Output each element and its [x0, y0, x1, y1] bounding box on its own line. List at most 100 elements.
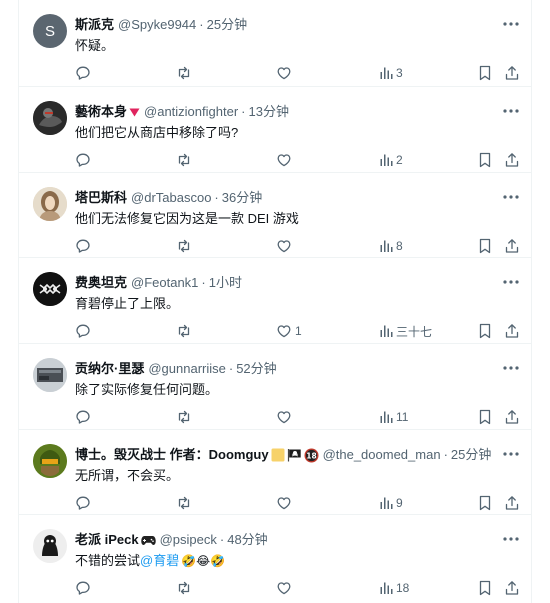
reply-item[interactable]: 博士。毁灭战士 作者：Doomguy 18 @the_doomed_man · … — [19, 430, 531, 515]
user-handle[interactable]: @gunnarriise — [148, 359, 226, 379]
avatar[interactable] — [33, 444, 67, 478]
reply-button[interactable] — [75, 494, 91, 512]
more-button[interactable] — [499, 444, 523, 464]
replies-feed: S 斯派克 @Spyke9944 · 25分钟 怀疑。 3 藝術本身 @anti… — [18, 0, 532, 603]
views-button[interactable]: 18 — [379, 579, 409, 597]
share-button[interactable] — [504, 151, 520, 169]
repost-icon — [178, 581, 190, 595]
repost-icon — [178, 153, 190, 167]
more-button[interactable] — [499, 14, 523, 34]
views-button[interactable]: 3 — [379, 64, 403, 82]
views-icon — [380, 67, 393, 79]
repost-button[interactable] — [176, 579, 192, 597]
reply-item[interactable]: 贡纳尔·里瑟 @gunnarriise · 52分钟 除了实际修复任何问题。 1… — [19, 344, 531, 430]
repost-button[interactable] — [176, 237, 192, 255]
display-name[interactable]: 斯派克 — [75, 15, 114, 35]
repost-button[interactable] — [176, 64, 192, 82]
reply-item[interactable]: 藝術本身 @antizionfighter · 13分钟 他们把它从商店中移除了… — [19, 87, 531, 173]
avatar[interactable] — [33, 529, 67, 563]
views-button[interactable]: 8 — [379, 237, 403, 255]
bookmark-button[interactable] — [478, 151, 492, 169]
bookmark-button[interactable] — [478, 408, 492, 426]
views-button[interactable]: 2 — [379, 151, 403, 169]
share-button[interactable] — [504, 408, 520, 426]
repost-button[interactable] — [176, 322, 192, 340]
reply-text: 无所谓，不会买。 — [75, 468, 180, 483]
like-button[interactable] — [276, 494, 295, 512]
timestamp[interactable]: 52分钟 — [236, 359, 276, 379]
timestamp[interactable]: 1小时 — [209, 273, 242, 293]
avatar[interactable] — [33, 101, 67, 135]
bookmark-button[interactable] — [478, 322, 492, 340]
display-name[interactable]: 贡纳尔·里瑟 — [75, 359, 144, 379]
user-handle[interactable]: @Spyke9944 — [118, 15, 196, 35]
reply-button[interactable] — [75, 408, 91, 426]
display-name[interactable]: 费奥坦克 — [75, 273, 127, 293]
more-button[interactable] — [499, 272, 523, 292]
repost-button[interactable] — [176, 494, 192, 512]
share-button[interactable] — [504, 64, 520, 82]
more-icon — [503, 195, 519, 199]
views-button[interactable]: 9 — [379, 494, 403, 512]
like-button[interactable] — [276, 151, 295, 169]
mention-link[interactable]: @育碧 — [140, 553, 179, 568]
timestamp[interactable]: 36分钟 — [222, 188, 262, 208]
reply-item[interactable]: 老派 iPeck @psipeck · 48分钟 不错的尝试@育碧 🤣😂🤣 18 — [19, 515, 531, 603]
reply-item[interactable]: 费奥坦克 @Feotank1 · 1小时 育碧停止了上限。 1 三十七 — [19, 258, 531, 344]
reply-button[interactable] — [75, 151, 91, 169]
display-name[interactable]: 老派 iPeck — [75, 530, 139, 550]
more-button[interactable] — [499, 187, 523, 207]
like-button[interactable]: 1 — [276, 322, 302, 340]
more-button[interactable] — [499, 358, 523, 378]
more-button[interactable] — [499, 101, 523, 121]
user-handle[interactable]: @psipeck — [160, 530, 217, 550]
timestamp[interactable]: 13分钟 — [249, 102, 289, 122]
views-button[interactable]: 11 — [379, 408, 408, 426]
like-button[interactable] — [276, 579, 295, 597]
timestamp[interactable]: 48分钟 — [227, 530, 267, 550]
reply-button[interactable] — [75, 237, 91, 255]
timestamp[interactable]: 25分钟 — [451, 445, 491, 465]
share-icon — [505, 496, 519, 510]
share-button[interactable] — [504, 237, 520, 255]
reply-item[interactable]: 塔巴斯科 @drTabascoo · 36分钟 他们无法修复它因为这是一款 DE… — [19, 173, 531, 258]
repost-button[interactable] — [176, 408, 192, 426]
bookmark-button[interactable] — [478, 237, 492, 255]
avatar[interactable]: S — [33, 14, 67, 48]
reply-item[interactable]: S 斯派克 @Spyke9944 · 25分钟 怀疑。 3 — [19, 0, 531, 87]
share-button[interactable] — [504, 322, 520, 340]
share-button[interactable] — [504, 579, 520, 597]
avatar[interactable] — [33, 272, 67, 306]
separator: · — [219, 532, 225, 547]
display-name[interactable]: 博士。毁灭战士 作者：Doomguy — [75, 445, 269, 465]
svg-text:18: 18 — [306, 451, 316, 460]
avatar[interactable] — [33, 187, 67, 221]
repost-button[interactable] — [176, 151, 192, 169]
timestamp[interactable]: 25分钟 — [207, 15, 247, 35]
display-name[interactable]: 藝術本身 — [75, 102, 127, 122]
user-handle[interactable]: @drTabascoo — [131, 188, 211, 208]
user-handle[interactable]: @Feotank1 — [131, 273, 198, 293]
user-handle[interactable]: @the_doomed_man — [323, 445, 441, 465]
reply-emoji: 🤣😂🤣 — [181, 554, 226, 568]
bookmark-button[interactable] — [478, 64, 492, 82]
user-handle[interactable]: @antizionfighter — [144, 102, 238, 122]
display-name[interactable]: 塔巴斯科 — [75, 188, 127, 208]
more-button[interactable] — [499, 529, 523, 549]
reply-button[interactable] — [75, 322, 91, 340]
like-button[interactable] — [276, 64, 295, 82]
avatar-image — [33, 444, 67, 478]
views-count: 9 — [396, 496, 403, 510]
reply-button[interactable] — [75, 579, 91, 597]
share-button[interactable] — [504, 494, 520, 512]
more-icon — [503, 452, 519, 456]
bookmark-button[interactable] — [478, 579, 492, 597]
like-button[interactable] — [276, 237, 295, 255]
like-button[interactable] — [276, 408, 295, 426]
reply-icon — [76, 410, 90, 424]
avatar[interactable] — [33, 358, 67, 392]
views-button[interactable]: 三十七 — [379, 322, 432, 340]
bookmark-button[interactable] — [478, 494, 492, 512]
reply-button[interactable] — [75, 64, 91, 82]
reply-icon — [76, 496, 90, 510]
